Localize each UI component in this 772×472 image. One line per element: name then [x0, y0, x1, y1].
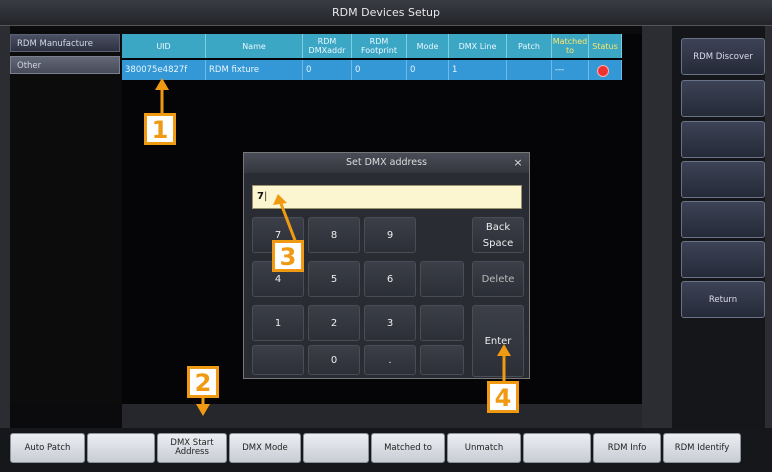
callout-4: 4	[487, 381, 519, 413]
callout-2: 2	[187, 366, 219, 398]
arrow-4-head	[497, 344, 511, 356]
arrow-2-head	[196, 404, 210, 416]
callout-1: 1	[144, 113, 176, 145]
arrow-3-line	[278, 200, 298, 244]
callout-3: 3	[272, 240, 304, 272]
callout-arrows	[155, 78, 511, 416]
arrow-3-head	[273, 194, 287, 205]
arrow-1-head	[155, 78, 169, 90]
